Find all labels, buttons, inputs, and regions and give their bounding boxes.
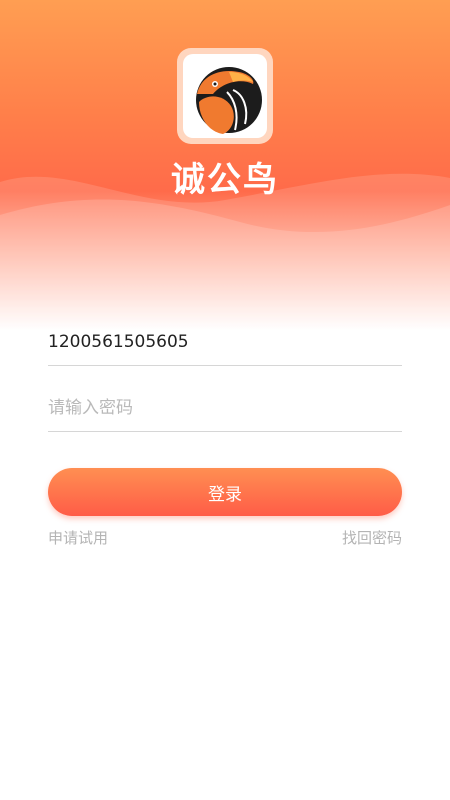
apply-trial-link[interactable]: 申请试用 [48,527,108,548]
account-input[interactable] [48,318,402,366]
header-banner: 诚公鸟 [0,0,450,330]
toucan-bird-logo-icon [196,67,262,134]
app-logo [177,48,273,144]
password-input[interactable] [48,384,402,432]
forgot-password-link[interactable]: 找回密码 [342,527,402,548]
app-title: 诚公鸟 [171,160,279,200]
login-button[interactable]: 登录 [48,468,402,516]
